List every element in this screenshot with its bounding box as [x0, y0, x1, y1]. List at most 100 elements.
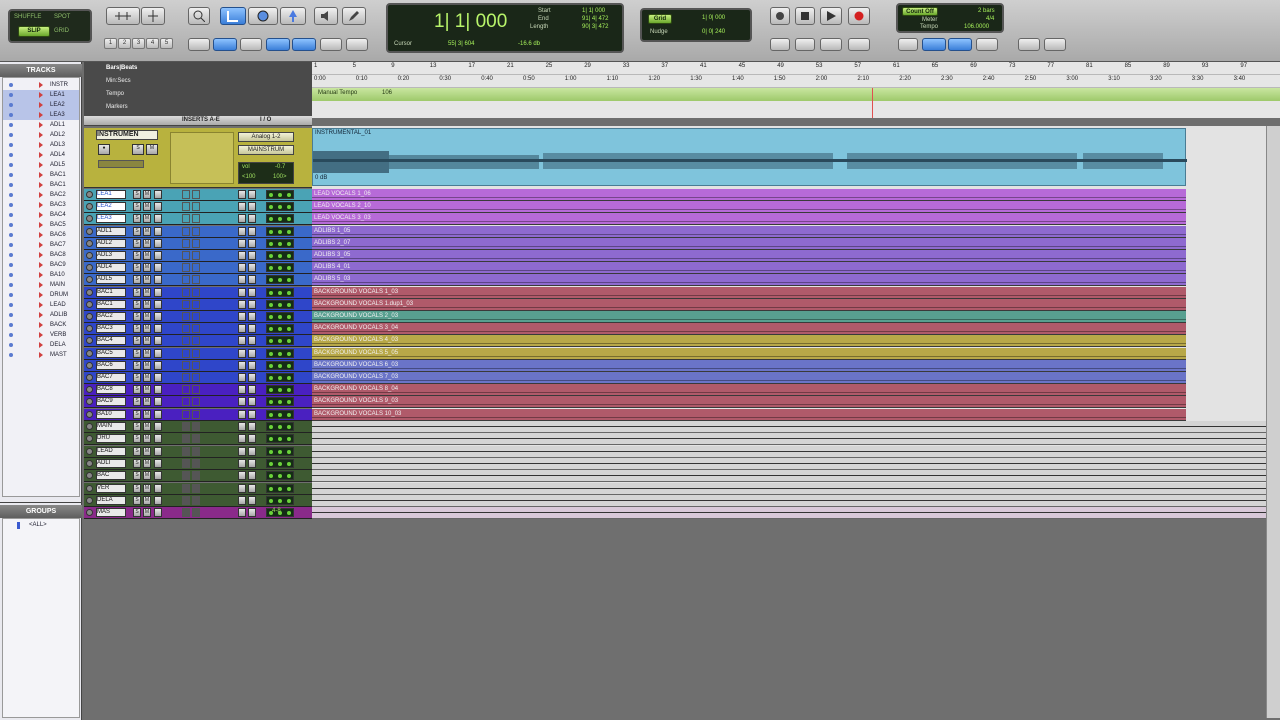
track-visible-icon[interactable]: [9, 253, 13, 257]
sync-button[interactable]: [1044, 38, 1066, 51]
mute-button[interactable]: M: [143, 360, 151, 370]
insert-slot[interactable]: [182, 238, 190, 248]
track-list-item[interactable]: LEAD: [3, 300, 79, 310]
track-list-item[interactable]: ADL2: [3, 130, 79, 140]
instrumental-clip[interactable]: INSTRUMENTAL_01 0 dB: [312, 128, 1187, 186]
output-selector[interactable]: [248, 202, 256, 212]
track-name[interactable]: ADL1: [96, 226, 126, 236]
start-value[interactable]: 1| 1| 000: [582, 8, 605, 14]
output-selector[interactable]: [248, 190, 256, 199]
aux-track-header[interactable]: DELA S M: [84, 494, 312, 507]
timebase-selector[interactable]: [154, 336, 162, 346]
track-name[interactable]: BAC: [96, 471, 126, 481]
input-selector[interactable]: [238, 336, 246, 346]
ruler-name-bars[interactable]: Bars|Beats: [106, 65, 137, 71]
insert-slot[interactable]: [192, 508, 200, 518]
record-enable-icon[interactable]: [86, 509, 93, 517]
insert-slot[interactable]: [192, 324, 200, 334]
aux-lane[interactable]: [312, 482, 1266, 495]
insert-slot[interactable]: [192, 397, 200, 407]
insert-slot[interactable]: [192, 299, 200, 309]
track-header[interactable]: BAC6 S M: [84, 359, 312, 372]
insert-slot[interactable]: [182, 495, 190, 505]
track-list-item[interactable]: BAC9: [3, 260, 79, 270]
input-selector[interactable]: [238, 409, 246, 419]
ruler-name-min-secs[interactable]: Min:Secs: [106, 78, 131, 84]
mute-button[interactable]: M: [143, 471, 151, 481]
track-header[interactable]: BAC1 S M: [84, 286, 312, 299]
track-name[interactable]: DELA: [96, 495, 126, 505]
rec-enable-button[interactable]: ●: [98, 144, 110, 155]
track-list-item[interactable]: BAC5: [3, 220, 79, 230]
record-enable-icon[interactable]: [86, 337, 93, 345]
output-selector[interactable]: [248, 495, 256, 505]
midi-merge-button[interactable]: [922, 38, 946, 51]
grid-mode[interactable]: GRID: [54, 28, 69, 34]
track-name[interactable]: BAC2: [96, 312, 126, 321]
track-list-item[interactable]: BA10: [3, 270, 79, 280]
record-enable-icon[interactable]: [86, 484, 93, 492]
input-selector[interactable]: [238, 202, 246, 212]
solo-button[interactable]: S: [133, 348, 141, 358]
zoom-preset-3[interactable]: 3: [132, 38, 145, 49]
timebase-selector[interactable]: [154, 495, 162, 505]
clip-lane[interactable]: BACKGROUND VOCALS 10_03: [312, 408, 1186, 421]
mute-button[interactable]: M: [143, 458, 151, 468]
record-enable-icon[interactable]: [86, 325, 93, 333]
track-header[interactable]: LEA2 S M: [84, 201, 312, 214]
insert-slot[interactable]: [192, 373, 200, 382]
grid-value[interactable]: 1| 0| 000: [702, 15, 725, 21]
input-selector[interactable]: [238, 422, 246, 431]
mute-button[interactable]: M: [146, 144, 158, 155]
settings-button[interactable]: [1018, 38, 1040, 51]
output-selector[interactable]: [248, 275, 256, 285]
clip-lane[interactable]: ADLIBS 2_07: [312, 237, 1186, 250]
insert-slot[interactable]: [182, 263, 190, 273]
insert-slot[interactable]: [192, 190, 200, 199]
track-visible-icon[interactable]: [9, 143, 13, 147]
track-list-item[interactable]: ADL1: [3, 120, 79, 130]
solo-button[interactable]: S: [133, 434, 141, 444]
record-enable-icon[interactable]: [86, 496, 93, 504]
zoom-toggle-button[interactable]: [346, 38, 368, 51]
track-visible-icon[interactable]: [9, 83, 13, 87]
clip-lane[interactable]: BACKGROUND VOCALS 2_03: [312, 311, 1186, 323]
track-list-item[interactable]: BAC7: [3, 240, 79, 250]
insert-slot[interactable]: [192, 348, 200, 358]
insert-slot[interactable]: [192, 214, 200, 224]
meter-value[interactable]: 4/4: [986, 16, 994, 22]
trimmer-tool[interactable]: [220, 7, 246, 25]
track-name[interactable]: VER: [96, 483, 126, 493]
timebase-selector[interactable]: [154, 373, 162, 382]
track-name[interactable]: BA10: [96, 409, 126, 419]
length-value[interactable]: 90| 3| 472: [582, 24, 608, 30]
insert-slot[interactable]: [182, 409, 190, 419]
solo-button[interactable]: S: [133, 226, 141, 236]
solo-button[interactable]: S: [133, 483, 141, 493]
track-visible-icon[interactable]: [9, 243, 13, 247]
tab-to-transients-button[interactable]: [188, 38, 210, 51]
mute-button[interactable]: M: [143, 238, 151, 248]
main-counter[interactable]: 1| 1| 000 Start End Length 1| 1| 000 91|…: [386, 3, 624, 53]
insert-slot[interactable]: [182, 312, 190, 321]
keyboard-focus-button[interactable]: [320, 38, 342, 51]
track-list-item[interactable]: BAC6: [3, 230, 79, 240]
record-enable-icon[interactable]: [86, 203, 93, 211]
solo-button[interactable]: S: [133, 422, 141, 431]
output-selector[interactable]: [248, 483, 256, 493]
bars-beats-ruler[interactable]: 1 5 9 13 17 21 25 29 33 37 41 45 49 53 57 61 65 69 73 77 81 8…: [312, 62, 1280, 75]
input-selector[interactable]: [238, 263, 246, 273]
insert-slot[interactable]: [182, 446, 190, 456]
conductor-button[interactable]: [976, 38, 998, 51]
timebase-selector[interactable]: [154, 251, 162, 260]
solo-button[interactable]: S: [133, 409, 141, 419]
insert-slot[interactable]: [182, 214, 190, 224]
solo-button[interactable]: S: [133, 202, 141, 212]
track-visible-icon[interactable]: [9, 123, 13, 127]
track-name[interactable]: BAC3: [96, 324, 126, 334]
timebase-selector[interactable]: [154, 446, 162, 456]
track-visible-icon[interactable]: [9, 183, 13, 187]
clip-lane[interactable]: BACKGROUND VOCALS 5_05: [312, 347, 1186, 360]
output-selector[interactable]: [248, 312, 256, 321]
track-name[interactable]: MAIN: [96, 422, 126, 431]
